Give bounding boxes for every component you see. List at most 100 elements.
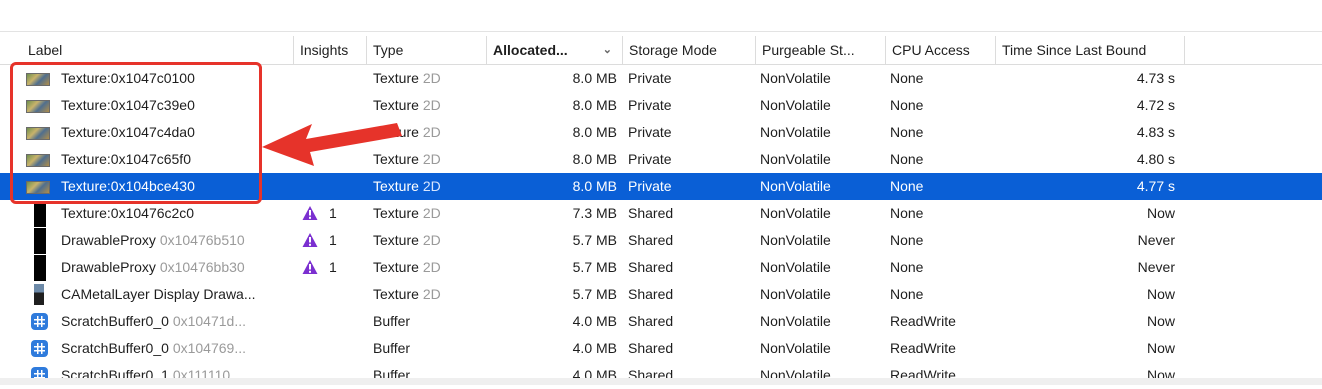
table-row[interactable]: ScratchBuffer0_0 0x104769... Buffer 4.0 M… [0, 335, 1322, 362]
row-cpu-access: None [890, 70, 924, 86]
column-header-cpu-text: CPU Access [892, 42, 970, 58]
table-row[interactable]: Texture:0x10476c2c0 1 Texture 2D 7.3 MB Sha… [0, 200, 1322, 227]
row-insight-count: 1 [329, 205, 337, 221]
row-label-address: 0x104769... [172, 340, 246, 356]
row-time-since-last-bound: Never [1137, 232, 1175, 248]
row-type-suffix: 2D [422, 70, 441, 86]
warning-icon[interactable] [302, 232, 318, 248]
row-type-name: Texture [373, 70, 419, 86]
column-header-type-text: Type [373, 42, 404, 58]
row-label-address: 0x10476b510 [159, 232, 245, 248]
row-label: ScratchBuffer0_0 0x104769... [61, 335, 291, 362]
buffer-icon [31, 313, 48, 330]
row-label: ScratchBuffer0_0 0x10471d... [61, 308, 291, 335]
row-label-name: ScratchBuffer0_0 [61, 340, 169, 356]
column-header-storage-mode[interactable]: Storage Mode [623, 36, 756, 64]
column-header-cpu-access[interactable]: CPU Access [886, 36, 996, 64]
row-storage-mode: Private [628, 70, 672, 86]
row-type: Texture 2D [373, 173, 483, 200]
row-storage-mode: Shared [628, 232, 674, 248]
horizontal-scrollbar[interactable] [0, 378, 1322, 385]
row-label: CAMetalLayer Display Drawa... [61, 281, 291, 308]
row-label: DrawableProxy 0x10476bb30 [61, 254, 291, 281]
row-cpu-access: None [890, 97, 924, 113]
row-time-since-last-bound: 4.77 s [1136, 178, 1175, 194]
row-label-name: DrawableProxy [61, 259, 156, 275]
metal-layer-icon [34, 284, 44, 305]
row-cpu-access: None [890, 124, 924, 140]
row-time-since-last-bound: 4.73 s [1136, 70, 1175, 86]
row-type-name: Texture [373, 205, 419, 221]
row-label-address: 0x10476bb30 [159, 259, 245, 275]
table-row[interactable]: DrawableProxy 0x10476bb30 1 Texture 2D 5.7 … [0, 254, 1322, 281]
table-row[interactable]: CAMetalLayer Display Drawa... Texture 2D… [0, 281, 1322, 308]
buffer-icon [31, 340, 48, 357]
row-purgeable-state: NonVolatile [760, 178, 831, 194]
row-type: Texture 2D [373, 200, 483, 227]
black-texture-icon [34, 255, 46, 281]
row-allocated: 8.0 MB [572, 97, 617, 113]
column-header-storage-text: Storage Mode [629, 42, 717, 58]
row-label-address: 0x10471d... [172, 313, 246, 329]
row-allocated: 7.3 MB [572, 205, 617, 221]
column-header-allocated[interactable]: Allocated... ⌄ [487, 36, 623, 64]
row-storage-mode: Shared [628, 340, 674, 356]
row-purgeable-state: NonVolatile [760, 70, 831, 86]
table-header: Label Insights Type Allocated... ⌄ Storag… [0, 36, 1322, 65]
row-allocated: 8.0 MB [572, 178, 617, 194]
warning-icon[interactable] [302, 205, 318, 221]
warning-icon[interactable] [302, 259, 318, 275]
row-type-name: Texture [373, 259, 419, 275]
row-cpu-access: None [890, 232, 924, 248]
row-type-suffix: 2D [422, 97, 441, 113]
row-type-name: Texture [373, 232, 419, 248]
row-type-name: Texture [373, 97, 419, 113]
row-type: Buffer [373, 335, 483, 362]
row-time-since-last-bound: Now [1146, 313, 1175, 329]
row-cpu-access: None [890, 151, 924, 167]
row-type-name: Texture [373, 124, 419, 140]
column-header-purgeable[interactable]: Purgeable St... [756, 36, 886, 64]
column-header-time-since-last-bound[interactable]: Time Since Last Bound [996, 36, 1185, 64]
row-type-name: Texture [373, 178, 419, 194]
row-type-suffix: 2D [422, 205, 441, 221]
row-storage-mode: Private [628, 151, 672, 167]
row-label-name: ScratchBuffer0_0 [61, 313, 169, 329]
row-purgeable-state: NonVolatile [760, 286, 831, 302]
row-label: DrawableProxy 0x10476b510 [61, 227, 291, 254]
column-header-insights[interactable]: Insights [294, 36, 367, 64]
row-allocated: 5.7 MB [572, 232, 617, 248]
row-label-name: CAMetalLayer Display Drawa... [61, 286, 256, 302]
row-type-suffix: 2D [422, 259, 441, 275]
row-storage-mode: Shared [628, 205, 674, 221]
row-insight-count: 1 [329, 232, 337, 248]
row-purgeable-state: NonVolatile [760, 340, 831, 356]
column-header-time-text: Time Since Last Bound [1002, 42, 1147, 58]
row-storage-mode: Shared [628, 313, 674, 329]
table-row[interactable]: ScratchBuffer0_0 0x10471d... Buffer 4.0 M… [0, 308, 1322, 335]
row-purgeable-state: NonVolatile [760, 151, 831, 167]
row-cpu-access: ReadWrite [890, 313, 956, 329]
column-header-allocated-text: Allocated... [493, 42, 568, 58]
row-type: Texture 2D [373, 65, 483, 92]
row-type: Texture 2D [373, 254, 483, 281]
row-type: Texture 2D [373, 119, 483, 146]
chevron-down-icon: ⌄ [602, 44, 612, 56]
column-header-label[interactable]: Label [22, 36, 294, 64]
row-type: Buffer [373, 308, 483, 335]
row-purgeable-state: NonVolatile [760, 205, 831, 221]
row-storage-mode: Shared [628, 259, 674, 275]
column-header-type[interactable]: Type [367, 36, 487, 64]
row-label: Texture:0x10476c2c0 [61, 200, 291, 227]
row-allocated: 5.7 MB [572, 286, 617, 302]
row-time-since-last-bound: Now [1146, 286, 1175, 302]
row-type-suffix: 2D [422, 232, 441, 248]
table-row[interactable]: DrawableProxy 0x10476b510 1 Texture 2D 5.7 … [0, 227, 1322, 254]
black-texture-icon [34, 201, 46, 227]
annotation-highlight-box [10, 62, 262, 204]
row-allocated: 8.0 MB [572, 124, 617, 140]
row-time-since-last-bound: Never [1137, 259, 1175, 275]
row-time-since-last-bound: 4.83 s [1136, 124, 1175, 140]
row-purgeable-state: NonVolatile [760, 124, 831, 140]
column-header-purgeable-text: Purgeable St... [762, 42, 855, 58]
